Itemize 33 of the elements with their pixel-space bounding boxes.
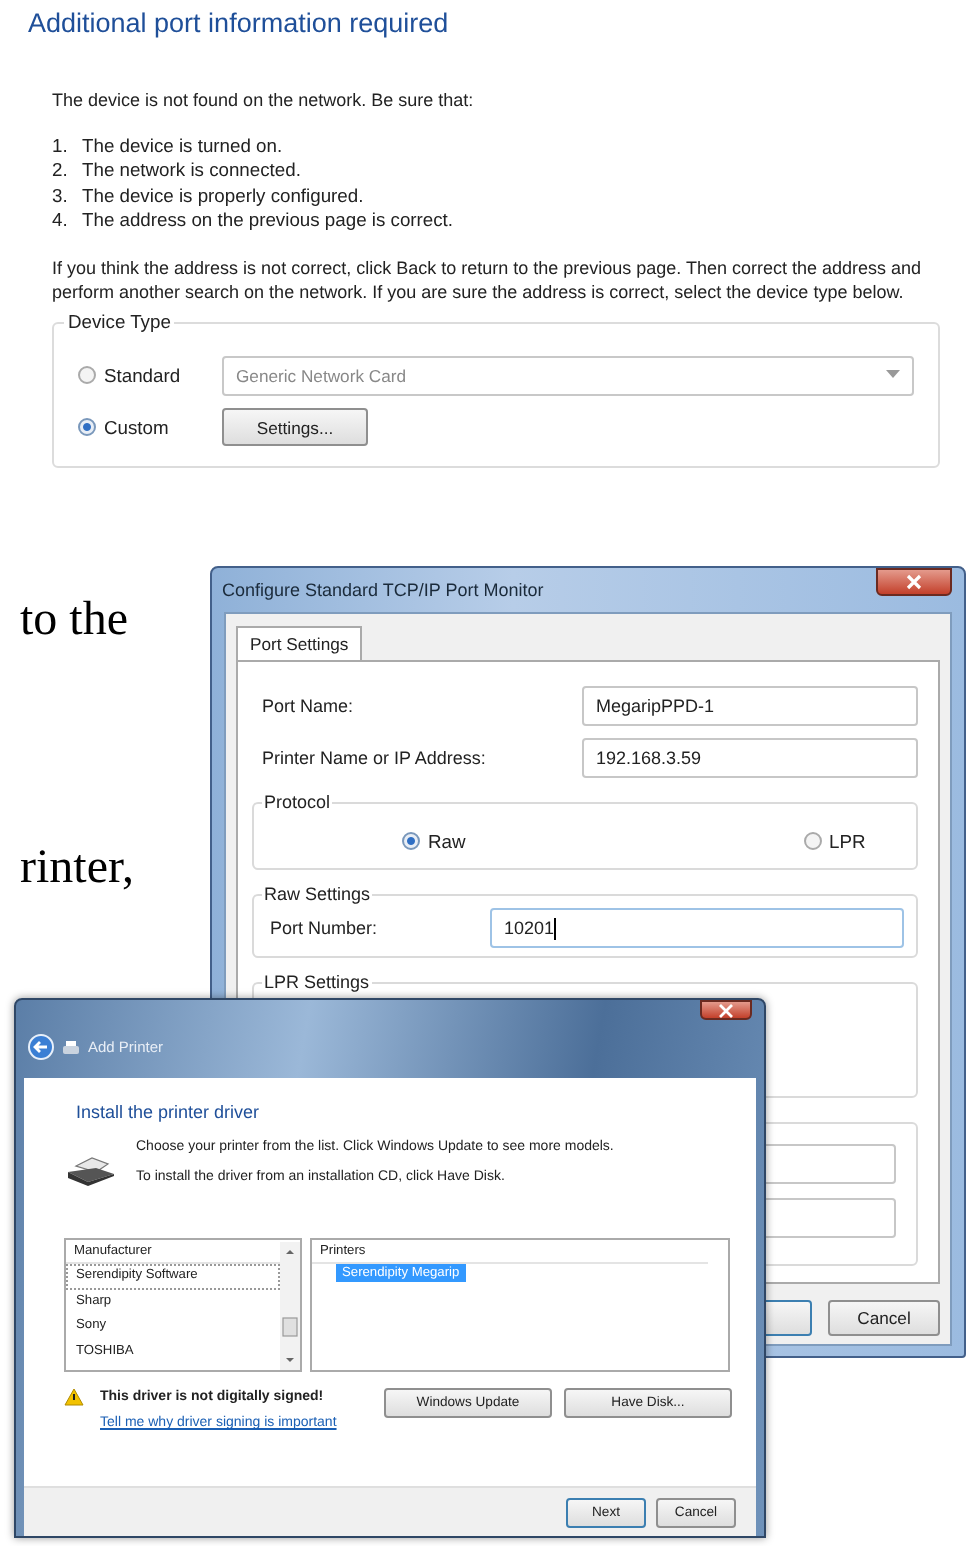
checklist-item: The device is properly configured. — [82, 183, 364, 208]
list-number: 1. — [52, 133, 70, 158]
group-legend: Raw Settings — [262, 884, 373, 904]
input-field[interactable]: 192.168.3.59 — [582, 738, 918, 778]
list-number: 3. — [52, 183, 70, 208]
instructions-text: If you think the address is not correct, click Back to return to the previous page. Then correct the address and perform another search on the network. If you are sure the address is correct, select the device type below. — [52, 255, 924, 305]
radio-label: Raw — [428, 830, 466, 852]
checklist-item: The address on the previous page is correct. — [82, 208, 454, 233]
radio-label: Standard — [104, 364, 181, 386]
checklist-item: The device is turned on. — [82, 133, 283, 158]
checklist-item: The network is connected. — [82, 158, 301, 183]
document-text: to the — [20, 594, 128, 648]
field-label: Port Number: — [270, 918, 380, 938]
group-legend: Device Type — [64, 309, 175, 331]
tab[interactable]: Port Settings — [236, 626, 363, 660]
intro-text: The device is not found on the network. Be sure that: — [52, 88, 476, 113]
field-label: Port Name: — [262, 696, 356, 716]
group-legend: LPR Settings — [262, 972, 372, 992]
document-text: rinter, — [20, 842, 135, 896]
field-label: Printer Name or IP Address: — [262, 748, 488, 768]
list-number: 4. — [52, 208, 70, 233]
device-dropdown[interactable]: Generic Network Card — [222, 355, 914, 395]
wizard-heading: Install the printer driver — [76, 1102, 262, 1122]
cancel-button[interactable]: Cancel — [828, 1300, 940, 1336]
input-field[interactable]: 10201 — [490, 908, 904, 948]
radio-label: Custom — [104, 416, 169, 438]
window-title: Configure Standard TCP/IP Port Monitor — [222, 580, 544, 600]
input-field[interactable]: MegaripPPD-1 — [582, 686, 918, 726]
list-number: 2. — [52, 158, 70, 183]
settings-button[interactable]: Settings... — [222, 408, 368, 446]
page-title: Additional port information required — [28, 8, 451, 38]
radio-label: LPR — [829, 830, 866, 852]
group-legend: Protocol — [262, 792, 333, 812]
